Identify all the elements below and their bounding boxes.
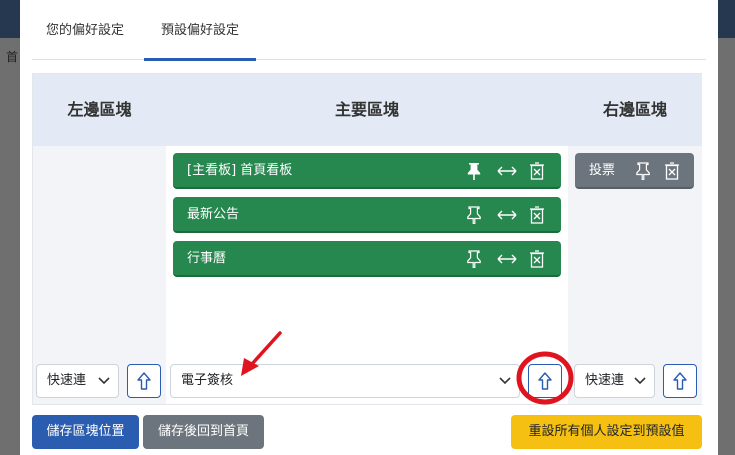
- block-label: 行事曆: [187, 251, 227, 266]
- save-block-position-button[interactable]: 儲存區塊位置: [32, 415, 139, 449]
- move-horizontal-icon[interactable]: [496, 197, 518, 233]
- move-horizontal-icon[interactable]: [496, 153, 518, 189]
- background-left-text: 首: [6, 50, 19, 64]
- block-label: [主看板] 首頁看板: [187, 163, 293, 178]
- main-block-calendar[interactable]: 行事曆: [173, 241, 561, 277]
- main-add-block-button[interactable]: [528, 364, 562, 398]
- tab-user-preferences[interactable]: 您的偏好設定: [32, 0, 138, 60]
- tab-default-preferences[interactable]: 預設偏好設定: [144, 0, 256, 61]
- left-add-block-button[interactable]: [127, 364, 161, 398]
- tab-bar: 您的偏好設定 預設偏好設定: [32, 0, 706, 61]
- background-left-panel: 首: [0, 38, 20, 455]
- chevron-down-icon: [499, 365, 511, 397]
- main-block-news[interactable]: 最新公告: [173, 197, 561, 233]
- left-select-value: 快速連: [47, 373, 87, 388]
- left-column-header: 左邊區塊: [33, 74, 166, 146]
- left-block-select[interactable]: 快速連: [36, 364, 119, 398]
- pin-icon[interactable]: [463, 197, 485, 233]
- delete-icon[interactable]: [661, 153, 683, 189]
- background-right-panel: [718, 38, 735, 455]
- right-select-value: 快速連: [585, 373, 625, 388]
- save-and-return-home-button[interactable]: 儲存後回到首頁: [143, 415, 264, 449]
- preferences-modal: 您的偏好設定 預設偏好設定 左邊區塊 主要區塊 右邊區塊 [主看板] 首頁看板: [20, 0, 718, 455]
- pin-icon[interactable]: [463, 153, 485, 189]
- pin-icon[interactable]: [632, 153, 654, 189]
- chevron-down-icon: [98, 365, 110, 397]
- main-block-select[interactable]: 電子簽核: [170, 364, 520, 398]
- arrow-up-icon: [673, 372, 687, 390]
- main-column-header: 主要區塊: [166, 74, 568, 146]
- right-block-select[interactable]: 快速連: [574, 364, 655, 398]
- right-column-header: 右邊區塊: [568, 74, 702, 146]
- main-select-value: 電子簽核: [181, 373, 234, 388]
- move-horizontal-icon[interactable]: [496, 241, 518, 277]
- delete-icon[interactable]: [526, 197, 548, 233]
- main-block-dashboard[interactable]: [主看板] 首頁看板: [173, 153, 561, 189]
- arrow-up-icon: [137, 372, 151, 390]
- right-block-vote[interactable]: 投票: [575, 153, 694, 189]
- pin-icon[interactable]: [463, 241, 485, 277]
- reset-all-settings-button[interactable]: 重設所有個人設定到預設值: [511, 415, 702, 449]
- right-add-block-button[interactable]: [663, 364, 697, 398]
- delete-icon[interactable]: [526, 241, 548, 277]
- delete-icon[interactable]: [526, 153, 548, 189]
- block-label: 投票: [589, 163, 616, 178]
- arrow-up-icon: [538, 372, 552, 390]
- block-label: 最新公告: [187, 207, 240, 222]
- chevron-down-icon: [634, 365, 646, 397]
- block-layout-editor: 左邊區塊 主要區塊 右邊區塊 [主看板] 首頁看板 最新公告 行事曆 投票: [32, 73, 702, 405]
